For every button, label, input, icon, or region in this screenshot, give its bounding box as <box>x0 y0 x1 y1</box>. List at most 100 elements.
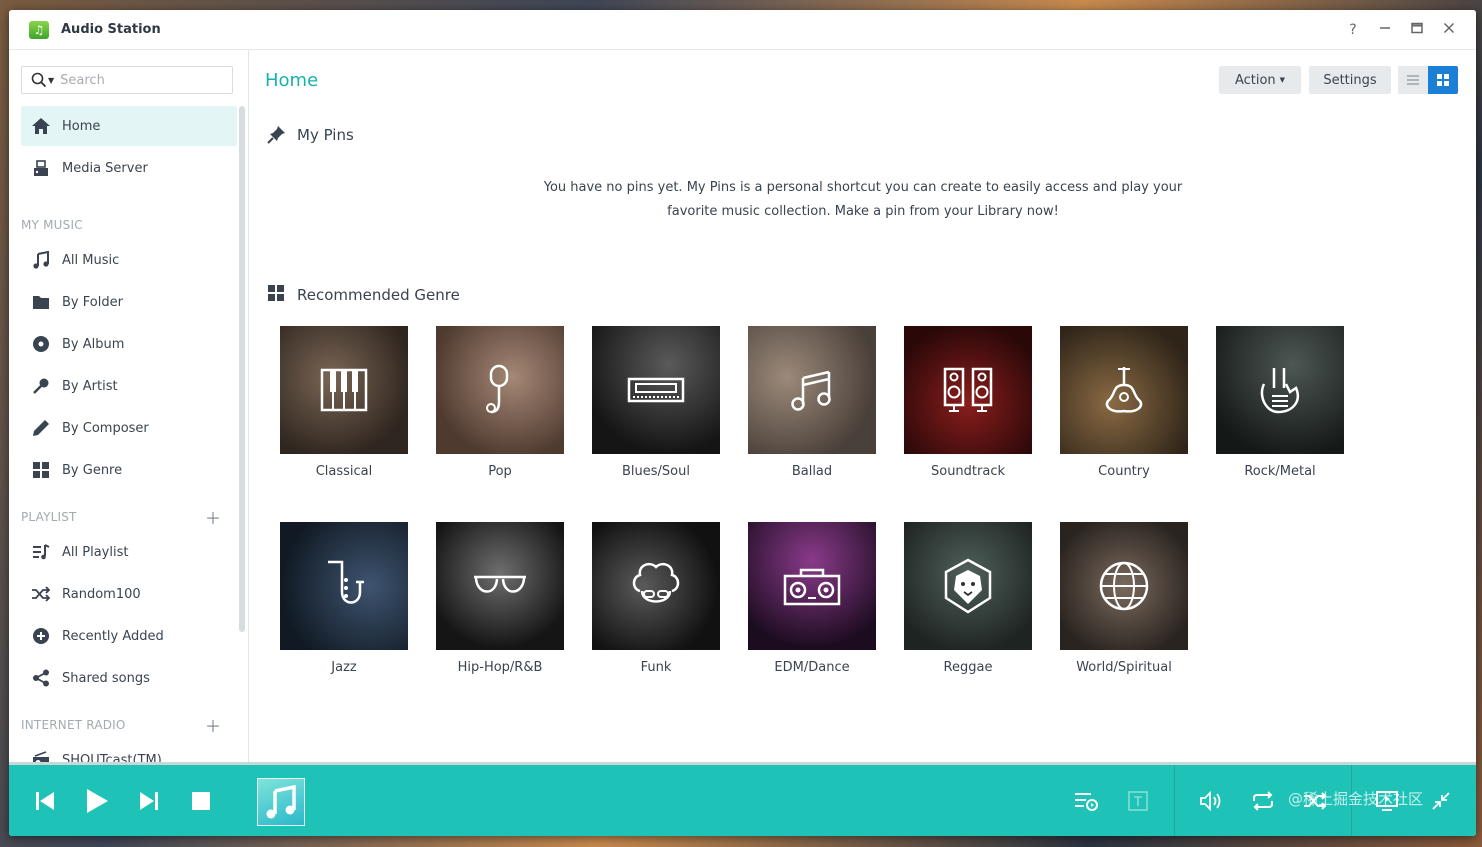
genre-card-edm-dance[interactable]: EDM/Dance <box>748 522 876 675</box>
sidebar-scrollbar[interactable] <box>239 106 245 632</box>
genre-name: Rock/Metal <box>1244 464 1316 479</box>
play-queue-icon[interactable] <box>1072 787 1100 815</box>
afro-head-icon <box>632 563 680 603</box>
genre-name: Funk <box>640 660 672 675</box>
watermark-text: @稀土掘金技术社区 <box>1288 790 1424 808</box>
genre-card-reggae[interactable]: Reggae <box>904 522 1032 675</box>
genre-card-country[interactable]: Country <box>1060 326 1188 479</box>
genre-thumbnail <box>592 326 720 454</box>
sidebar-item-label: Recently Added <box>62 628 164 644</box>
sidebar-item-label: By Folder <box>62 294 123 310</box>
sidebar-item-random100[interactable]: Random100 <box>21 574 237 614</box>
genre-name: Reggae <box>943 660 993 675</box>
sidebar-item-recently-added[interactable]: Recently Added <box>21 616 237 656</box>
sidebar-item-label: Media Server <box>62 160 148 176</box>
next-track-icon[interactable] <box>135 787 163 815</box>
genre-name: Pop <box>488 464 512 479</box>
piano-keys-icon <box>320 368 368 412</box>
close-icon[interactable] <box>1439 20 1459 40</box>
my-music-header: MY MUSIC <box>21 218 83 232</box>
sidebar-item-by-artist[interactable]: By Artist <box>21 366 237 406</box>
media-server-icon <box>31 158 51 178</box>
acoustic-guitar-icon <box>1105 367 1143 413</box>
genre-thumbnail <box>280 522 408 650</box>
album-icon <box>31 334 51 354</box>
sidebar-item-label: All Music <box>62 252 120 268</box>
sidebar-item-by-genre[interactable]: By Genre <box>21 450 237 490</box>
microphone-icon <box>31 376 51 396</box>
mini-player-icon[interactable] <box>1427 787 1455 815</box>
sidebar-item-label: All Playlist <box>62 544 129 560</box>
genre-card-jazz[interactable]: Jazz <box>280 522 408 675</box>
genre-thumbnail <box>1060 326 1188 454</box>
plus-circle-icon <box>31 626 51 646</box>
player-divider <box>1174 765 1175 836</box>
play-icon[interactable] <box>83 787 111 815</box>
sidebar-item-home[interactable]: Home <box>21 106 237 146</box>
grid-view-icon[interactable] <box>1428 66 1458 94</box>
pen-icon <box>31 418 51 438</box>
sidebar-item-label: By Album <box>62 336 125 352</box>
action-button-label: Action <box>1234 72 1276 88</box>
sidebar-item-media-server[interactable]: Media Server <box>21 148 237 188</box>
internet-radio-header: INTERNET RADIO <box>21 718 126 732</box>
list-view-icon[interactable] <box>1398 66 1428 94</box>
sidebar-item-all-music[interactable]: All Music <box>21 240 237 280</box>
electric-guitar-icon <box>1260 368 1299 414</box>
minimize-icon[interactable] <box>1375 20 1395 40</box>
sidebar-item-by-folder[interactable]: By Folder <box>21 282 237 322</box>
sidebar-item-shoutcast[interactable]: SHOUTcast(TM) <box>21 740 237 762</box>
genre-card-blues-soul[interactable]: Blues/Soul <box>592 326 720 479</box>
settings-button[interactable]: Settings <box>1309 66 1391 94</box>
my-pins-title: My Pins <box>297 126 354 144</box>
harmonica-icon <box>627 377 685 403</box>
pins-empty-message: You have no pins yet. My Pins is a perso… <box>450 176 1276 224</box>
genre-card-ballad[interactable]: Ballad <box>748 326 876 479</box>
add-radio-plus-icon[interactable]: ＋ <box>205 713 221 737</box>
genre-name: Jazz <box>331 660 357 675</box>
sidebar-item-shared-songs[interactable]: Shared songs <box>21 658 237 698</box>
search-options-chevron-down-icon[interactable]: ▼ <box>48 76 54 85</box>
genre-card-rock-metal[interactable]: Rock/Metal <box>1216 326 1344 479</box>
genre-card-world-spiritual[interactable]: World/Spiritual <box>1060 522 1188 675</box>
action-button[interactable]: Action ▼ <box>1219 66 1301 94</box>
speakers-icon <box>943 367 993 412</box>
genre-name: Blues/Soul <box>622 464 690 479</box>
sidebar-item-by-composer[interactable]: By Composer <box>21 408 237 448</box>
add-playlist-plus-icon[interactable]: ＋ <box>205 505 221 529</box>
genre-thumbnail <box>280 326 408 454</box>
pins-empty-line: favorite music collection. Make a pin fr… <box>667 204 1059 219</box>
search-input[interactable] <box>60 72 211 88</box>
lyrics-icon <box>1124 787 1152 815</box>
lion-icon <box>944 558 992 614</box>
genre-card-funk[interactable]: Funk <box>592 522 720 675</box>
genre-thumbnail <box>592 522 720 650</box>
volume-icon[interactable] <box>1197 787 1225 815</box>
genre-card-classical[interactable]: Classical <box>280 326 408 479</box>
now-playing-cover-art[interactable] <box>257 778 305 826</box>
genre-card-hip-hop-rnb[interactable]: Hip-Hop/R&B <box>436 522 564 675</box>
genre-name: World/Spiritual <box>1076 660 1172 675</box>
saxophone-icon <box>328 560 364 604</box>
sidebar-item-all-playlist[interactable]: All Playlist <box>21 532 237 572</box>
genre-card-soundtrack[interactable]: Soundtrack <box>904 326 1032 479</box>
genre-thumbnail <box>1060 522 1188 650</box>
globe-icon <box>1099 561 1149 611</box>
sidebar-item-by-album[interactable]: By Album <box>21 324 237 364</box>
stop-icon[interactable] <box>187 787 215 815</box>
radio-icon <box>31 750 51 762</box>
search-box[interactable]: ▼ <box>21 66 233 94</box>
boombox-icon <box>783 568 841 606</box>
help-icon[interactable]: ? <box>1343 20 1363 40</box>
search-icon <box>31 72 47 88</box>
genre-name: Country <box>1098 464 1150 479</box>
genre-name: Classical <box>315 464 373 479</box>
sidebar-item-label: By Genre <box>62 462 123 478</box>
previous-track-icon[interactable] <box>31 787 59 815</box>
grid-icon <box>267 284 287 304</box>
genre-card-pop[interactable]: Pop <box>436 326 564 479</box>
player-bar <box>9 762 1476 836</box>
repeat-icon[interactable] <box>1249 787 1277 815</box>
maximize-icon[interactable] <box>1407 20 1427 40</box>
grid-icon <box>31 460 51 480</box>
